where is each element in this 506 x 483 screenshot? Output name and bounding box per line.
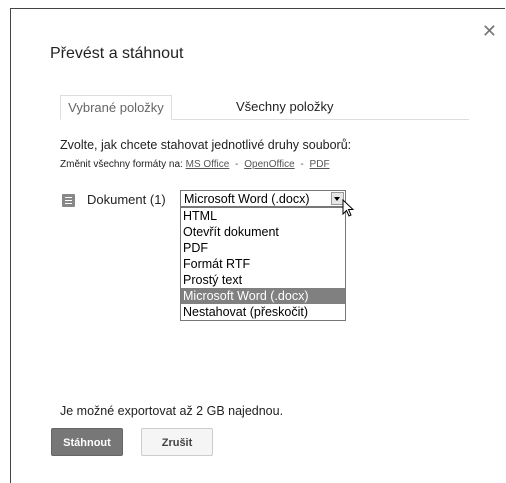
format-option-html[interactable]: HTML bbox=[181, 208, 345, 224]
convert-download-dialog: ✕ Převést a stáhnout Vybrané položky Vše… bbox=[10, 8, 505, 483]
document-type-label: Dokument (1) bbox=[87, 192, 166, 207]
dialog-title: Převést a stáhnout bbox=[50, 45, 184, 62]
format-option-skip[interactable]: Nestahovat (přeskočit) bbox=[181, 304, 345, 320]
format-option-open-document[interactable]: Otevřít dokument bbox=[181, 224, 345, 240]
download-button[interactable]: Stáhnout bbox=[51, 428, 123, 456]
format-option-pdf[interactable]: PDF bbox=[181, 240, 345, 256]
format-option-word-docx[interactable]: Microsoft Word (.docx) bbox=[181, 288, 345, 304]
export-limit-note: Je možné exportovat až 2 GB najednou. bbox=[60, 404, 284, 418]
separator: - bbox=[300, 159, 304, 170]
change-all-formats: Změnit všechny formáty na: MS Office - O… bbox=[60, 159, 330, 170]
tab-bar: Vybrané položky Všechny položky bbox=[60, 95, 469, 120]
tab-all-items[interactable]: Všechny položky bbox=[220, 95, 350, 118]
link-pdf[interactable]: PDF bbox=[310, 159, 330, 170]
format-select-value: Microsoft Word (.docx) bbox=[184, 192, 310, 206]
document-icon bbox=[62, 194, 75, 207]
change-all-label: Změnit všechny formáty na: bbox=[60, 159, 183, 170]
link-openoffice[interactable]: OpenOffice bbox=[244, 159, 294, 170]
instructions-text: Zvolte, jak chcete stahovat jednotlivé d… bbox=[60, 138, 352, 152]
cancel-button[interactable]: Zrušit bbox=[141, 428, 213, 456]
close-icon[interactable]: ✕ bbox=[482, 22, 497, 40]
format-option-rtf[interactable]: Formát RTF bbox=[181, 256, 345, 272]
mouse-pointer-icon bbox=[342, 199, 355, 217]
format-option-plain-text[interactable]: Prostý text bbox=[181, 272, 345, 288]
tab-selected-items[interactable]: Vybrané položky bbox=[60, 95, 172, 120]
format-select[interactable]: Microsoft Word (.docx) bbox=[180, 190, 346, 207]
format-options-list: HTML Otevřít dokument PDF Formát RTF Pro… bbox=[180, 207, 346, 321]
separator: - bbox=[235, 159, 239, 170]
link-ms-office[interactable]: MS Office bbox=[186, 159, 230, 170]
